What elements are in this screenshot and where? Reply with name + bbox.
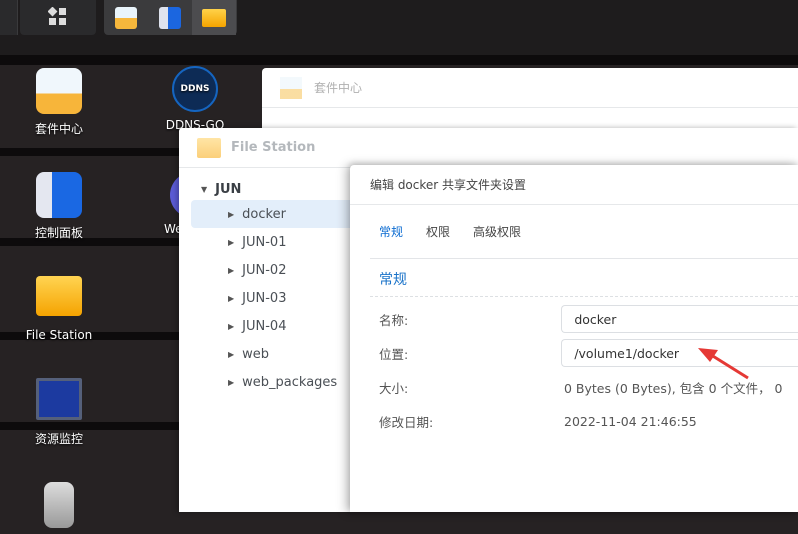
tree-item-docker[interactable]: ▶ docker <box>191 200 361 228</box>
control-panel-icon <box>159 6 181 29</box>
modified-label: 修改日期: <box>379 414 434 430</box>
desktop-icon-control-panel[interactable]: 控制面板 <box>4 172 114 241</box>
tree-item-jun-03[interactable]: ▶ JUN-03 <box>191 284 361 312</box>
grid-icon <box>48 7 66 25</box>
caret-right-icon: ▶ <box>228 377 235 387</box>
section-title: 常规 <box>370 269 798 297</box>
tab-permissions[interactable]: 权限 <box>426 223 450 240</box>
folder-icon <box>202 8 226 27</box>
package-center-icon <box>280 76 302 99</box>
tab-advanced-permissions[interactable]: 高级权限 <box>473 223 521 240</box>
tree-item-jun-01[interactable]: ▶ JUN-01 <box>191 228 361 256</box>
edit-shared-folder-dialog[interactable]: 编辑 docker 共享文件夹设置 常规 权限 高级权限 常规 名称: docke… <box>350 165 798 512</box>
caret-right-icon: ▶ <box>228 265 235 275</box>
globe-icon: DDNS <box>172 66 218 112</box>
size-label: 大小: <box>379 380 409 396</box>
monitor-icon <box>36 378 82 420</box>
tab-general[interactable]: 常规 <box>379 223 403 240</box>
main-menu-button[interactable] <box>20 0 96 35</box>
taskbar-control-panel[interactable] <box>148 0 192 35</box>
window-title: 套件中心 <box>314 81 363 95</box>
desktop-icon-file-station[interactable]: File Station <box>4 276 114 342</box>
taskbar-file-station[interactable] <box>192 0 236 35</box>
dialog-tabs: 常规 权限 高级权限 <box>370 205 798 259</box>
caret-right-icon: ▶ <box>228 349 235 359</box>
caret-right-icon: ▶ <box>228 237 235 247</box>
caret-right-icon: ▶ <box>228 293 235 303</box>
divider <box>0 55 798 65</box>
caret-down-icon: ▼ <box>201 184 208 194</box>
window-title: File Station <box>231 140 316 155</box>
caret-right-icon: ▶ <box>228 321 235 331</box>
desktop-icon-package-center[interactable]: 套件中心 <box>4 68 114 137</box>
modified-value: 2022-11-04 21:46:55 <box>564 413 697 429</box>
taskbar <box>0 0 798 55</box>
folder-icon <box>197 137 221 158</box>
database-icon <box>44 482 74 528</box>
tree-item-jun-02[interactable]: ▶ JUN-02 <box>191 256 361 284</box>
desktop-icon-resource-monitor[interactable]: 资源监控 <box>4 378 114 447</box>
tree-item-jun-04[interactable]: ▶ JUN-04 <box>191 312 361 340</box>
package-center-icon <box>115 6 137 29</box>
tree-item-web[interactable]: ▶ web <box>191 340 361 368</box>
location-label: 位置: <box>379 346 409 362</box>
control-panel-icon <box>36 172 82 218</box>
dialog-title: 编辑 docker 共享文件夹设置 <box>350 165 798 205</box>
package-center-icon <box>36 68 82 114</box>
caret-right-icon: ▶ <box>228 209 235 219</box>
desktop-icon-ddns-go[interactable]: DDNS DDNS-GO <box>140 66 250 132</box>
desktop-icon-storage[interactable] <box>4 482 114 534</box>
name-input[interactable]: docker <box>561 305 798 333</box>
taskbar-left <box>0 0 18 35</box>
location-input[interactable]: /volume1/docker <box>561 339 798 367</box>
taskbar-package-center[interactable] <box>104 0 148 35</box>
name-label: 名称: <box>379 312 409 328</box>
annotation-arrow-icon <box>698 348 749 380</box>
tree-item-web-packages[interactable]: ▶ web_packages <box>191 368 361 396</box>
folder-icon <box>36 276 82 316</box>
